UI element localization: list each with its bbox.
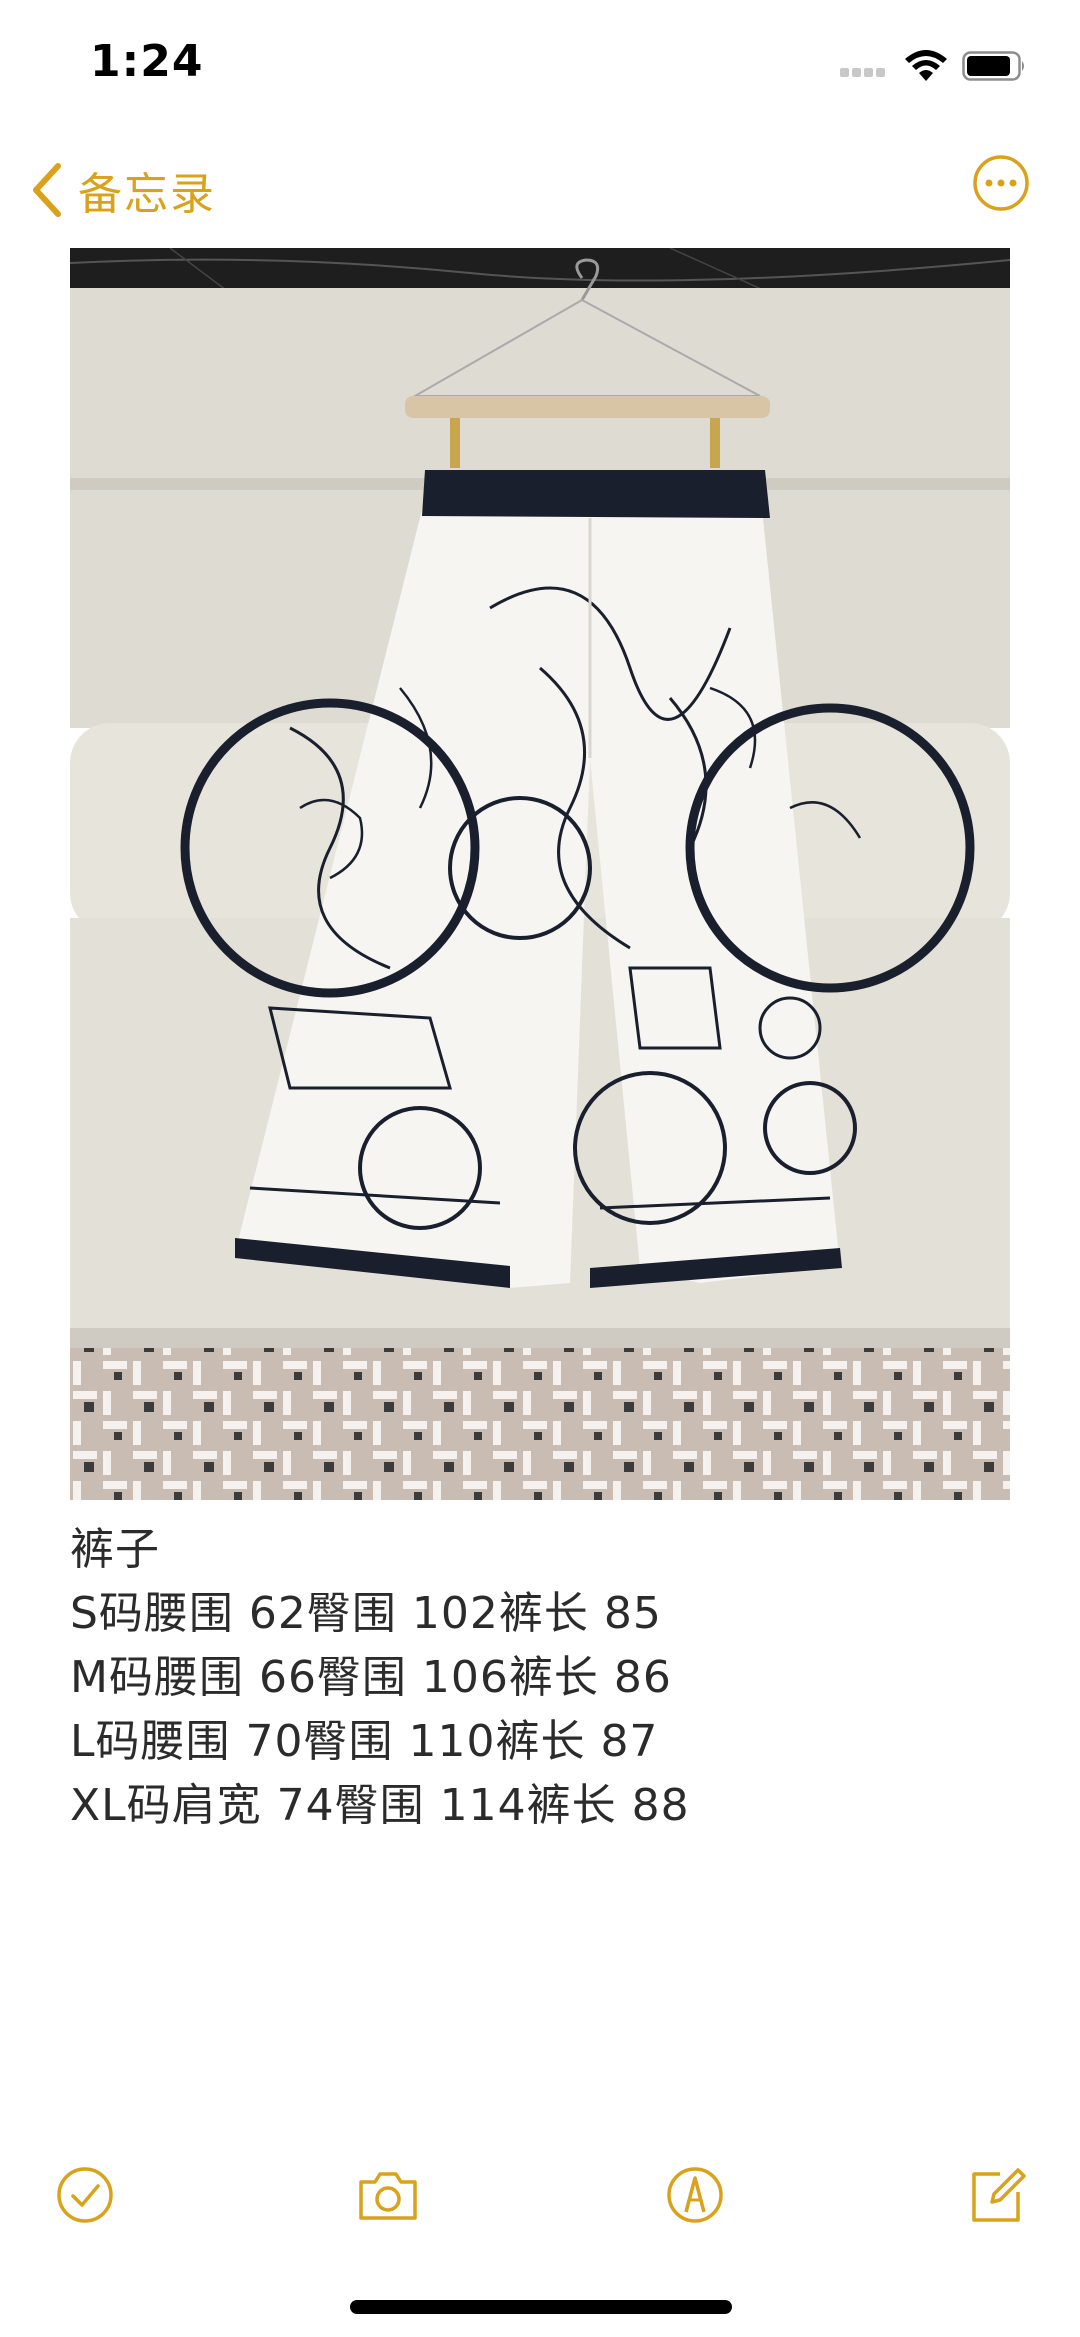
battery-icon bbox=[962, 51, 1024, 81]
size-line-xl: XL码肩宽 74臀围 114裤长 88 bbox=[70, 1780, 690, 1831]
checklist-icon[interactable] bbox=[50, 2160, 120, 2230]
cellular-signal-icon bbox=[840, 62, 892, 77]
size-line-s: S码腰围 62臀围 102裤长 85 bbox=[70, 1588, 662, 1639]
ellipsis-circle-icon[interactable] bbox=[972, 154, 1030, 212]
chevron-left-icon bbox=[33, 163, 61, 217]
size-line-l: L码腰围 70臀围 110裤长 87 bbox=[70, 1716, 659, 1767]
compose-icon[interactable] bbox=[962, 2160, 1032, 2230]
status-time: 1:24 bbox=[90, 36, 204, 87]
pants-photo bbox=[70, 248, 1010, 1500]
home-indicator bbox=[350, 2300, 732, 2314]
status-bar: 1:24 bbox=[0, 0, 1080, 130]
note-body[interactable]: 裤子 S码腰围 62臀围 102裤长 85 M码腰围 66臀围 106裤长 86… bbox=[70, 1518, 1010, 1838]
camera-icon[interactable] bbox=[353, 2160, 423, 2230]
back-button[interactable]: 备忘录 bbox=[30, 150, 216, 230]
markup-pen-icon[interactable] bbox=[660, 2160, 730, 2230]
status-icons bbox=[840, 48, 1040, 84]
size-line-m: M码腰围 66臀围 106裤长 86 bbox=[70, 1652, 672, 1703]
photo-attachment[interactable] bbox=[70, 248, 1010, 1500]
nav-bar: 备忘录 bbox=[0, 140, 1080, 240]
back-label: 备忘录 bbox=[78, 169, 216, 220]
bottom-toolbar bbox=[0, 2150, 1080, 2240]
note-title: 裤子 bbox=[70, 1524, 160, 1575]
wifi-icon bbox=[905, 50, 947, 81]
